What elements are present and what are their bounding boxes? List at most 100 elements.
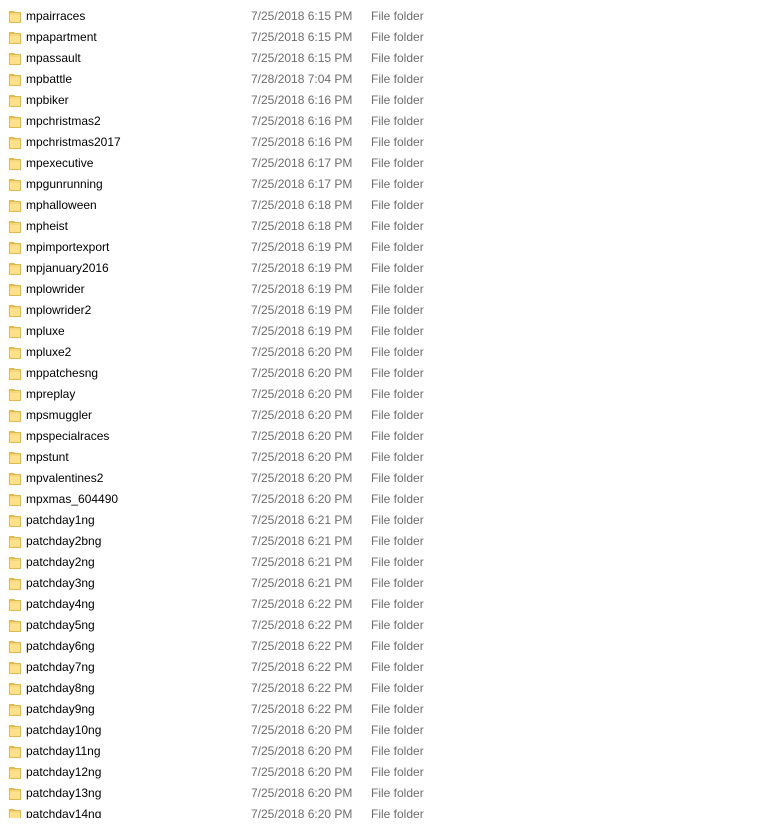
- file-date-modified: 7/25/2018 6:22 PM: [251, 618, 353, 632]
- file-type: File folder: [371, 702, 424, 716]
- file-row[interactable]: mplowrider 7/25/2018 6:19 PM File folder: [0, 279, 783, 300]
- file-row[interactable]: patchday6ng 7/25/2018 6:22 PM File folde…: [0, 636, 783, 657]
- file-row[interactable]: patchday1ng 7/25/2018 6:21 PM File folde…: [0, 510, 783, 531]
- folder-icon: [9, 430, 21, 443]
- file-row[interactable]: mpairraces 7/25/2018 6:15 PM File folder: [0, 6, 783, 27]
- file-date-modified: 7/25/2018 6:20 PM: [251, 765, 353, 779]
- file-type: File folder: [371, 51, 424, 65]
- file-date-modified: 7/25/2018 6:21 PM: [251, 513, 353, 527]
- file-type: File folder: [371, 219, 424, 233]
- file-row[interactable]: mpapartment 7/25/2018 6:15 PM File folde…: [0, 27, 783, 48]
- file-name: mpchristmas2: [26, 114, 101, 128]
- file-row[interactable]: mpbattle 7/28/2018 7:04 PM File folder: [0, 69, 783, 90]
- file-type: File folder: [371, 744, 424, 758]
- file-name: mpbiker: [26, 93, 69, 107]
- file-row[interactable]: mpvalentines2 7/25/2018 6:20 PM File fol…: [0, 468, 783, 489]
- file-name: mpsmuggler: [26, 408, 93, 422]
- file-date-modified: 7/25/2018 6:15 PM: [251, 9, 353, 23]
- file-date-modified: 7/25/2018 6:19 PM: [251, 303, 353, 317]
- file-row[interactable]: patchday3ng 7/25/2018 6:21 PM File folde…: [0, 573, 783, 594]
- file-row[interactable]: patchday4ng 7/25/2018 6:22 PM File folde…: [0, 594, 783, 615]
- file-row[interactable]: patchday12ng 7/25/2018 6:20 PM File fold…: [0, 762, 783, 783]
- file-name: patchday1ng: [26, 513, 95, 527]
- file-type: File folder: [371, 366, 424, 380]
- file-row[interactable]: patchday7ng 7/25/2018 6:22 PM File folde…: [0, 657, 783, 678]
- file-row[interactable]: patchday8ng 7/25/2018 6:22 PM File folde…: [0, 678, 783, 699]
- file-row[interactable]: mpstunt 7/25/2018 6:20 PM File folder: [0, 447, 783, 468]
- folder-icon: [9, 346, 21, 359]
- file-row[interactable]: mpimportexport 7/25/2018 6:19 PM File fo…: [0, 237, 783, 258]
- file-type: File folder: [371, 282, 424, 296]
- file-name: mplowrider2: [26, 303, 92, 317]
- file-row[interactable]: mpluxe2 7/25/2018 6:20 PM File folder: [0, 342, 783, 363]
- file-name: mpluxe2: [26, 345, 72, 359]
- file-row[interactable]: patchday11ng 7/25/2018 6:20 PM File fold…: [0, 741, 783, 762]
- file-date-modified: 7/25/2018 6:20 PM: [251, 744, 353, 758]
- file-name: patchday5ng: [26, 618, 95, 632]
- file-type: File folder: [371, 786, 424, 800]
- file-row[interactable]: mpbiker 7/25/2018 6:16 PM File folder: [0, 90, 783, 111]
- file-date-modified: 7/25/2018 6:19 PM: [251, 324, 353, 338]
- file-list: mpairraces 7/25/2018 6:15 PM File folder…: [0, 6, 783, 818]
- file-row[interactable]: mppatchesng 7/25/2018 6:20 PM File folde…: [0, 363, 783, 384]
- file-row[interactable]: patchday5ng 7/25/2018 6:22 PM File folde…: [0, 615, 783, 636]
- file-type: File folder: [371, 639, 424, 653]
- file-row[interactable]: patchday9ng 7/25/2018 6:22 PM File folde…: [0, 699, 783, 720]
- file-date-modified: 7/25/2018 6:20 PM: [251, 807, 353, 818]
- folder-icon: [9, 493, 21, 506]
- folder-icon: [9, 157, 21, 170]
- file-type: File folder: [371, 387, 424, 401]
- file-row[interactable]: mphalloween 7/25/2018 6:18 PM File folde…: [0, 195, 783, 216]
- file-type: File folder: [371, 93, 424, 107]
- file-type: File folder: [371, 177, 424, 191]
- file-row[interactable]: mpchristmas2 7/25/2018 6:16 PM File fold…: [0, 111, 783, 132]
- file-row[interactable]: mpjanuary2016 7/25/2018 6:19 PM File fol…: [0, 258, 783, 279]
- file-name: mpheist: [26, 219, 69, 233]
- folder-icon: [9, 661, 21, 674]
- file-date-modified: 7/25/2018 6:20 PM: [251, 786, 353, 800]
- file-name: mpluxe: [26, 324, 65, 338]
- file-date-modified: 7/25/2018 6:20 PM: [251, 450, 353, 464]
- file-row[interactable]: mpexecutive 7/25/2018 6:17 PM File folde…: [0, 153, 783, 174]
- file-name: patchday7ng: [26, 660, 95, 674]
- file-row[interactable]: mplowrider2 7/25/2018 6:19 PM File folde…: [0, 300, 783, 321]
- file-type: File folder: [371, 408, 424, 422]
- file-date-modified: 7/25/2018 6:19 PM: [251, 261, 353, 275]
- file-type: File folder: [371, 156, 424, 170]
- file-row[interactable]: mpgunrunning 7/25/2018 6:17 PM File fold…: [0, 174, 783, 195]
- file-name: mpimportexport: [26, 240, 110, 254]
- file-row[interactable]: patchday2bng 7/25/2018 6:21 PM File fold…: [0, 531, 783, 552]
- file-name: patchday2ng: [26, 555, 95, 569]
- file-row[interactable]: mpxmas_604490 7/25/2018 6:20 PM File fol…: [0, 489, 783, 510]
- file-type: File folder: [371, 261, 424, 275]
- file-name: mphalloween: [26, 198, 97, 212]
- file-row[interactable]: patchday10ng 7/25/2018 6:20 PM File fold…: [0, 720, 783, 741]
- file-name: mpjanuary2016: [26, 261, 109, 275]
- file-type: File folder: [371, 345, 424, 359]
- file-row[interactable]: mpheist 7/25/2018 6:18 PM File folder: [0, 216, 783, 237]
- folder-icon: [9, 388, 21, 401]
- file-row[interactable]: patchday14ng 7/25/2018 6:20 PM File fold…: [0, 804, 783, 818]
- file-type: File folder: [371, 303, 424, 317]
- file-row[interactable]: mpreplay 7/25/2018 6:20 PM File folder: [0, 384, 783, 405]
- file-row[interactable]: mpchristmas2017 7/25/2018 6:16 PM File f…: [0, 132, 783, 153]
- file-type: File folder: [371, 471, 424, 485]
- file-name: mpexecutive: [26, 156, 94, 170]
- file-row[interactable]: mpluxe 7/25/2018 6:19 PM File folder: [0, 321, 783, 342]
- folder-icon: [9, 766, 21, 779]
- file-name: mpapartment: [26, 30, 97, 44]
- file-row[interactable]: patchday2ng 7/25/2018 6:21 PM File folde…: [0, 552, 783, 573]
- folder-icon: [9, 52, 21, 65]
- file-date-modified: 7/28/2018 7:04 PM: [251, 72, 353, 86]
- folder-icon: [9, 409, 21, 422]
- folder-icon: [9, 136, 21, 149]
- file-type: File folder: [371, 681, 424, 695]
- folder-icon: [9, 367, 21, 380]
- file-row[interactable]: mpassault 7/25/2018 6:15 PM File folder: [0, 48, 783, 69]
- file-row[interactable]: patchday13ng 7/25/2018 6:20 PM File fold…: [0, 783, 783, 804]
- file-date-modified: 7/25/2018 6:20 PM: [251, 408, 353, 422]
- file-date-modified: 7/25/2018 6:21 PM: [251, 555, 353, 569]
- file-row[interactable]: mpspecialraces 7/25/2018 6:20 PM File fo…: [0, 426, 783, 447]
- folder-icon: [9, 472, 21, 485]
- file-row[interactable]: mpsmuggler 7/25/2018 6:20 PM File folder: [0, 405, 783, 426]
